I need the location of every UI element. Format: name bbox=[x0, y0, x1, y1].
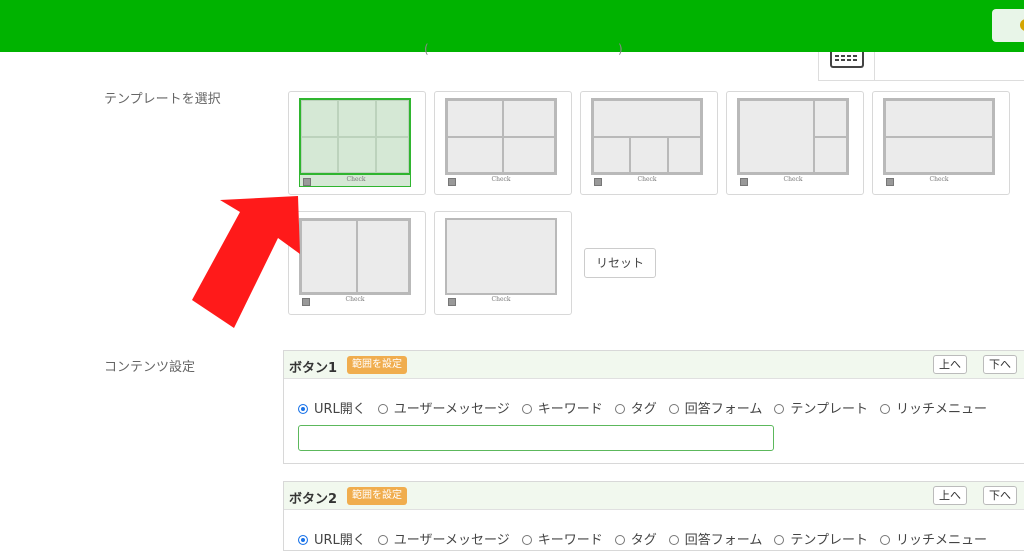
content-settings-label: コンテンツ設定 bbox=[104, 360, 196, 375]
radio-user-message[interactable]: ユーザーメッセージ bbox=[377, 398, 510, 417]
panel-title: ボタン1 bbox=[289, 361, 338, 376]
radio-url-open[interactable]: URL開く bbox=[298, 398, 366, 417]
template-option-4-grid[interactable]: Check bbox=[434, 91, 572, 195]
radio-url-open[interactable]: URL開く bbox=[298, 529, 366, 548]
move-down-button[interactable]: 下へ bbox=[983, 486, 1017, 505]
action-type-radio-group: URL開く ユーザーメッセージ キーワード タグ 回答フォーム テンプレート リッチメニュー bbox=[298, 529, 999, 548]
button-1-panel: ボタン1 範囲を設定 上へ 下へ URL開く ユーザーメッセージ キーワード タグ 回答… bbox=[283, 350, 1024, 464]
template-select-label: テンプレートを選択 bbox=[104, 92, 221, 107]
panel-header: ボタン2 範囲を設定 上へ 下へ bbox=[284, 482, 1024, 510]
radio-answer-form[interactable]: 回答フォーム bbox=[668, 398, 762, 417]
radio-keyword[interactable]: キーワード bbox=[521, 529, 603, 548]
template-option-1-plus-3[interactable]: Check bbox=[580, 91, 718, 195]
top-header-bar bbox=[0, 0, 1024, 52]
radio-tag[interactable]: タグ bbox=[614, 529, 657, 548]
template-preview bbox=[445, 218, 557, 295]
move-up-button[interactable]: 上へ bbox=[933, 355, 967, 374]
template-option-6-grid[interactable]: Check bbox=[288, 91, 426, 195]
arrow-shape bbox=[192, 196, 300, 328]
radio-answer-form[interactable]: 回答フォーム bbox=[668, 529, 762, 548]
radio-user-message[interactable]: ユーザーメッセージ bbox=[377, 529, 510, 548]
template-preview bbox=[883, 98, 995, 175]
set-range-badge[interactable]: 範囲を設定 bbox=[347, 356, 407, 374]
url-input[interactable] bbox=[298, 425, 774, 451]
keyboard-toggle-area bbox=[818, 52, 1024, 81]
template-option-1-plus-2[interactable]: Check bbox=[726, 91, 864, 195]
header-action-button[interactable] bbox=[992, 9, 1024, 42]
radio-keyword[interactable]: キーワード bbox=[521, 398, 603, 417]
reset-button[interactable]: リセット bbox=[584, 248, 656, 278]
panel-title: ボタン2 bbox=[289, 492, 338, 507]
template-preview bbox=[445, 98, 557, 175]
radio-tag[interactable]: タグ bbox=[614, 398, 657, 417]
radio-template[interactable]: テンプレート bbox=[774, 398, 868, 417]
partial-text-right: ) bbox=[618, 42, 623, 56]
set-range-badge[interactable]: 範囲を設定 bbox=[347, 487, 407, 505]
panel-header: ボタン1 範囲を設定 上へ 下へ bbox=[284, 351, 1024, 379]
divider bbox=[874, 52, 875, 80]
red-arrow-annotation bbox=[192, 196, 300, 328]
template-preview bbox=[299, 98, 411, 175]
template-option-2-rows[interactable]: Check bbox=[872, 91, 1010, 195]
move-down-button[interactable]: 下へ bbox=[983, 355, 1017, 374]
partial-text-left: ( bbox=[424, 42, 429, 56]
template-option-single[interactable]: Check bbox=[434, 211, 572, 315]
template-preview bbox=[737, 98, 849, 175]
header-action-icon bbox=[1020, 19, 1024, 31]
keyboard-icon[interactable] bbox=[830, 52, 864, 68]
radio-template[interactable]: テンプレート bbox=[774, 529, 868, 548]
radio-rich-menu[interactable]: リッチメニュー bbox=[880, 529, 987, 548]
template-preview bbox=[299, 218, 411, 295]
action-type-radio-group: URL開く ユーザーメッセージ キーワード タグ 回答フォーム テンプレート リッチメニュー bbox=[298, 398, 999, 417]
template-preview bbox=[591, 98, 703, 175]
radio-rich-menu[interactable]: リッチメニュー bbox=[880, 398, 987, 417]
move-up-button[interactable]: 上へ bbox=[933, 486, 967, 505]
button-2-panel: ボタン2 範囲を設定 上へ 下へ URL開く ユーザーメッセージ キーワード タグ 回答… bbox=[283, 481, 1024, 551]
